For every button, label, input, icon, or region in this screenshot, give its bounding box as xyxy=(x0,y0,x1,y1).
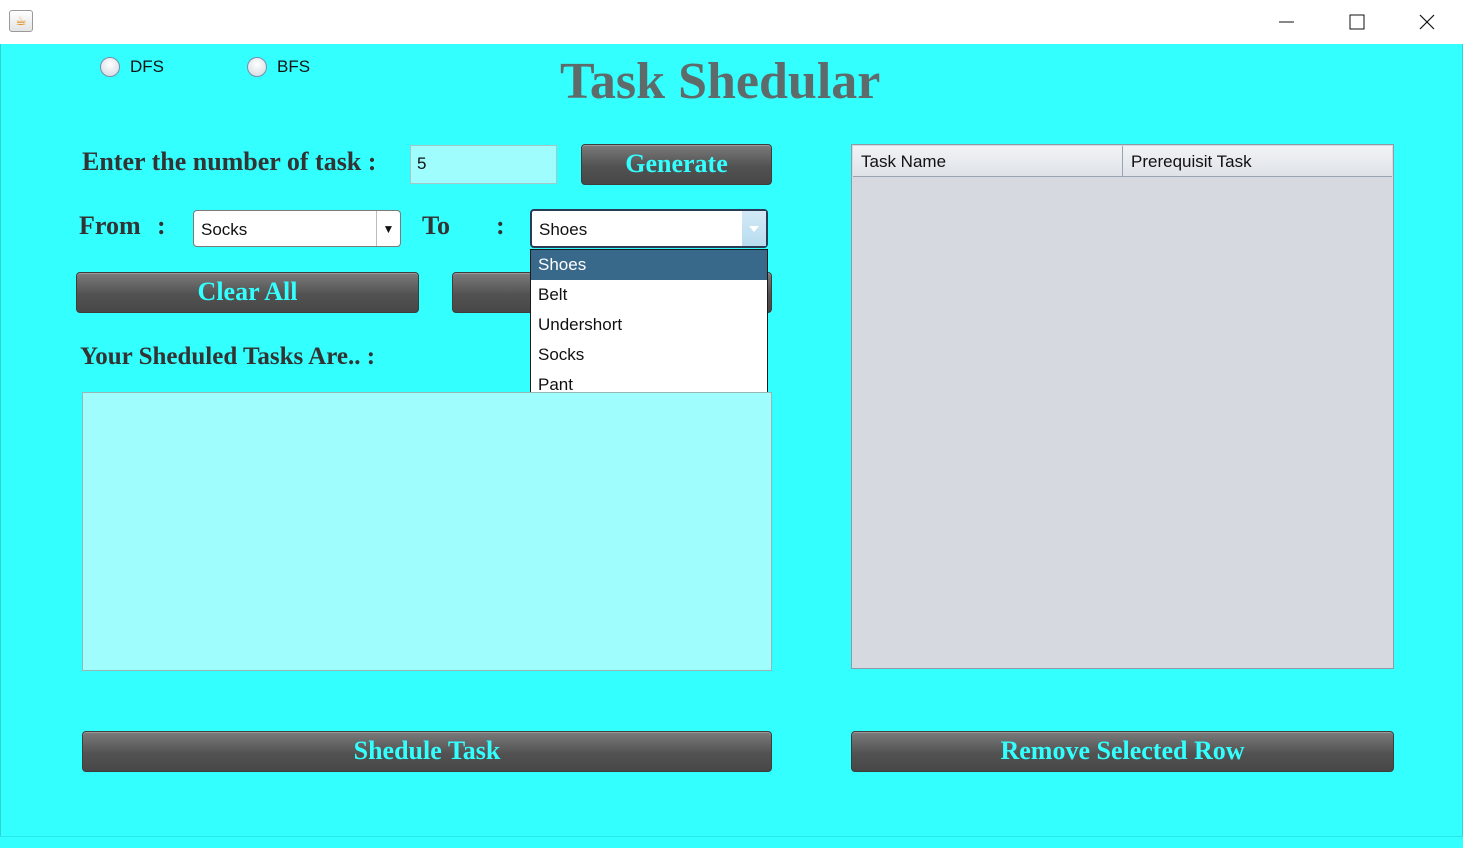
dropdown-option-undershort[interactable]: Undershort xyxy=(531,310,767,340)
remove-selected-row-button[interactable]: Remove Selected Row xyxy=(851,731,1394,772)
task-count-label: Enter the number of task : xyxy=(82,147,377,176)
from-selected-value: Socks xyxy=(201,220,248,239)
to-dropdown-list[interactable]: Shoes Belt Undershort Socks Pant xyxy=(530,249,768,404)
minimize-button[interactable] xyxy=(1252,0,1322,44)
schedule-task-button[interactable]: Shedule Task xyxy=(82,731,772,772)
to-label: To xyxy=(422,211,450,240)
clear-all-button[interactable]: Clear All xyxy=(76,272,419,313)
close-icon xyxy=(1419,14,1435,30)
dropdown-option-belt[interactable]: Belt xyxy=(531,280,767,310)
to-combobox[interactable]: Shoes xyxy=(530,209,768,248)
window-frame-bottom xyxy=(0,836,1463,848)
bfs-radio-circle[interactable] xyxy=(247,57,267,77)
window-frame-left xyxy=(0,44,1,848)
scheduled-tasks-output[interactable] xyxy=(82,392,772,671)
dfs-radio-circle[interactable] xyxy=(100,57,120,77)
task-table-header: Task Name Prerequisit Task xyxy=(853,146,1392,177)
close-button[interactable] xyxy=(1392,0,1462,44)
from-dropdown-arrow-icon[interactable]: ▼ xyxy=(376,211,400,246)
java-app-icon: ☕ xyxy=(9,10,33,32)
dfs-radio-label: DFS xyxy=(130,57,164,76)
bfs-radio-label: BFS xyxy=(277,57,311,76)
maximize-button[interactable] xyxy=(1322,0,1392,44)
from-label: From xyxy=(79,211,141,240)
task-count-input[interactable]: 5 xyxy=(410,145,557,184)
column-header-prerequisite-task[interactable]: Prerequisit Task xyxy=(1123,146,1392,176)
to-selected-value: Shoes xyxy=(539,220,588,239)
dropdown-option-shoes[interactable]: Shoes xyxy=(531,250,767,280)
to-dropdown-arrow-icon[interactable] xyxy=(742,211,766,246)
to-colon: : xyxy=(496,211,505,240)
dropdown-option-socks[interactable]: Socks xyxy=(531,340,767,370)
generate-button[interactable]: Generate xyxy=(581,144,772,185)
window-title-bar: ☕ xyxy=(0,0,1463,44)
minimize-icon xyxy=(1279,21,1294,23)
from-colon: : xyxy=(157,211,166,240)
page-title: Task Shedular xyxy=(560,53,881,110)
scheduled-tasks-label: Your Sheduled Tasks Are.. : xyxy=(80,343,376,370)
from-combobox[interactable]: Socks ▼ xyxy=(193,210,401,247)
maximize-icon xyxy=(1349,14,1365,30)
dfs-radio[interactable]: DFS xyxy=(100,56,164,78)
column-header-task-name[interactable]: Task Name xyxy=(853,146,1123,176)
task-table[interactable]: Task Name Prerequisit Task xyxy=(851,144,1394,669)
bfs-radio[interactable]: BFS xyxy=(247,56,310,78)
